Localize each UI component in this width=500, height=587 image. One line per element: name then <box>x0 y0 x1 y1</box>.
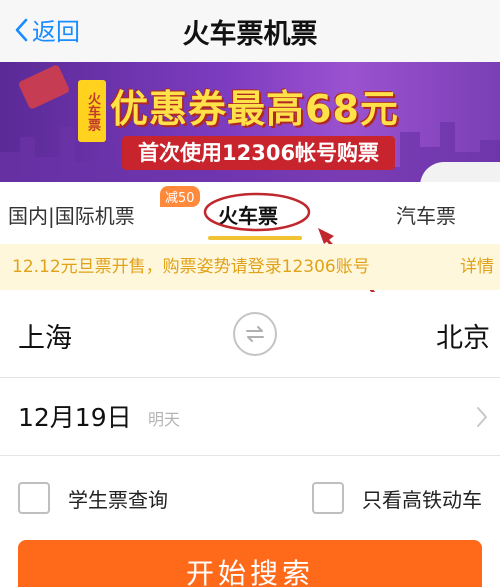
student-ticket-checkbox[interactable] <box>18 482 50 514</box>
date-selector[interactable]: 12月19日 明天 <box>0 378 500 456</box>
tab-flights[interactable]: 国内|国际机票 <box>8 200 135 229</box>
notice-details-link[interactable]: 详情 <box>460 244 494 290</box>
train-graphic <box>420 162 500 182</box>
discount-badge: 减50 <box>160 186 200 207</box>
high-speed-only-label: 只看高铁动车 <box>362 487 482 512</box>
banner-subline: 首次使用12306帐号购票 <box>122 136 396 170</box>
swap-cities-button[interactable] <box>233 312 277 356</box>
swap-arrows-icon <box>246 326 264 342</box>
high-speed-only-checkbox[interactable] <box>312 482 344 514</box>
notice-bar[interactable]: 12.12元旦票开售，购票姿势请登录12306账号 详情 <box>0 244 500 290</box>
search-options: 学生票查询 只看高铁动车 <box>0 456 500 540</box>
banner-headline: 优惠券最高68元 <box>110 87 399 131</box>
departure-city[interactable]: 上海 <box>18 316 72 355</box>
high-speed-only-option[interactable]: 只看高铁动车 <box>312 482 482 514</box>
tab-bus[interactable]: 汽车票 <box>396 200 456 229</box>
navbar: 返回 火车票机票 <box>0 0 500 62</box>
route-selector: 上海 北京 <box>0 290 500 378</box>
active-tab-indicator <box>208 236 302 240</box>
arrival-city[interactable]: 北京 <box>436 316 490 355</box>
chevron-right-icon <box>477 407 487 427</box>
tab-train[interactable]: 火车票 <box>218 200 278 229</box>
student-ticket-option[interactable]: 学生票查询 <box>18 482 168 514</box>
student-ticket-label: 学生票查询 <box>68 487 168 512</box>
ticket-type-tabs: 国内|国际机票 减50 火车票 汽车票 <box>0 182 500 244</box>
notice-text: 12.12元旦票开售，购票姿势请登录12306账号 <box>12 257 370 277</box>
page-title: 火车票机票 <box>182 19 318 50</box>
promo-banner[interactable]: 火车票 优惠券最高68元 首次使用12306帐号购票 <box>0 62 500 182</box>
search-button[interactable]: 开始搜索 <box>18 540 482 587</box>
departure-date: 12月19日 <box>18 403 132 432</box>
ticket-graphic <box>17 64 71 110</box>
date-hint: 明天 <box>148 410 181 429</box>
banner-tag: 火车票 <box>78 80 106 142</box>
